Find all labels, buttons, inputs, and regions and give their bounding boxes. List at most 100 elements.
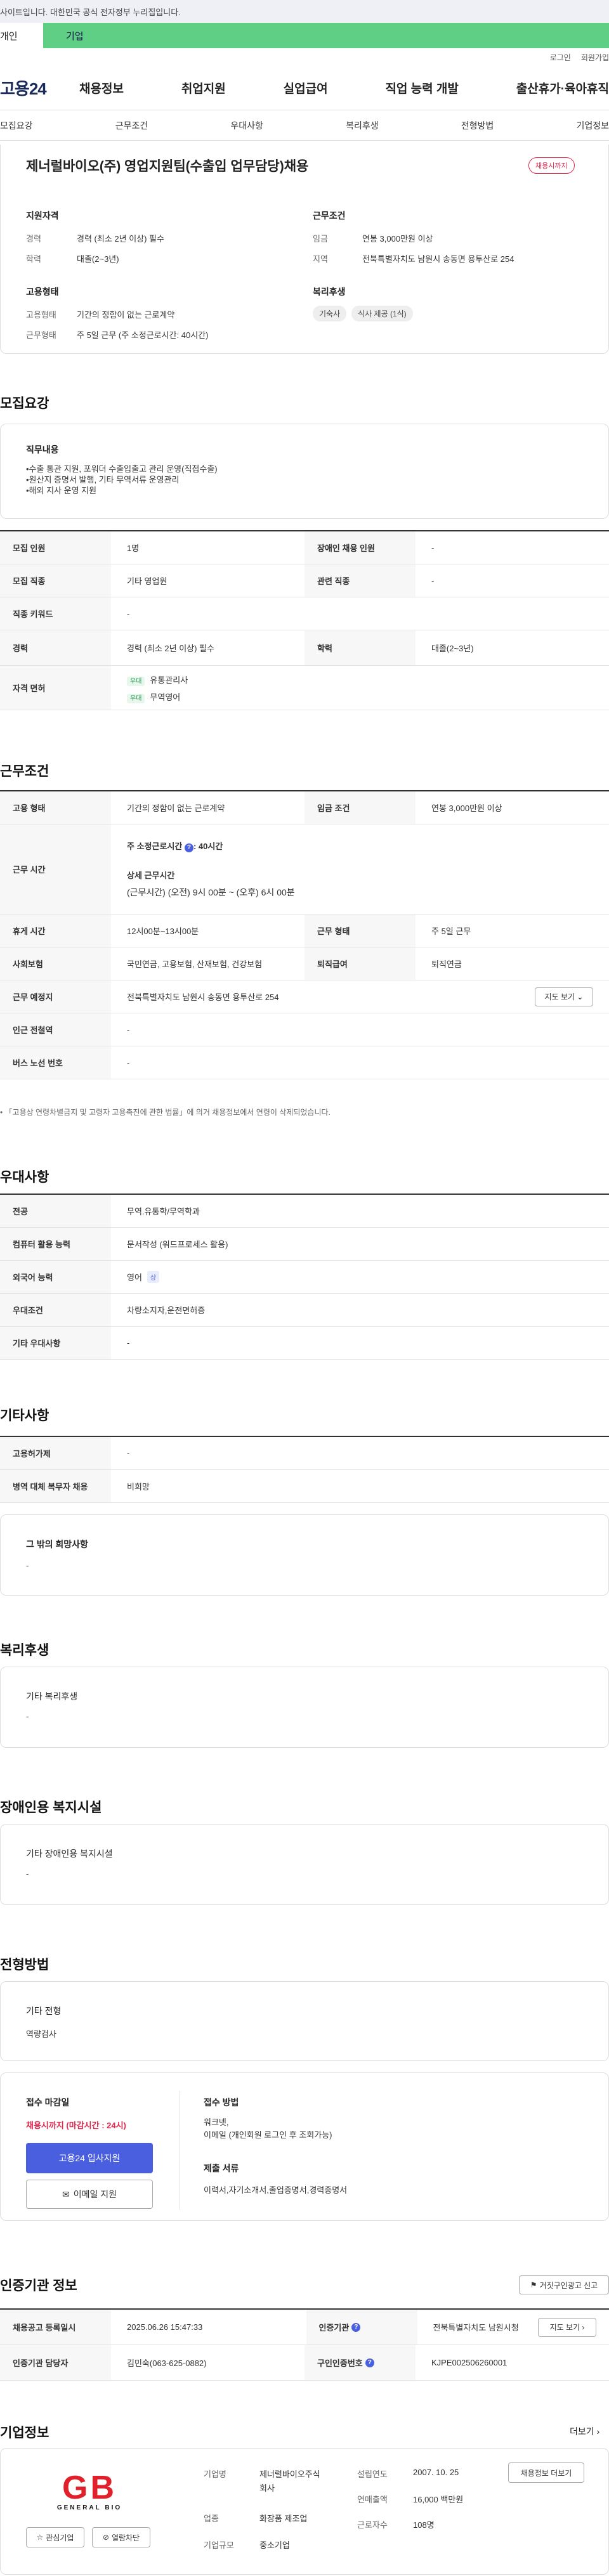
star-icon: ☆ — [36, 2533, 44, 2542]
size-value: 중소기업 — [259, 2540, 290, 2550]
org-value: 전북특별자치도 남원시청 — [433, 2323, 519, 2332]
gnb-item-leave[interactable]: 출산휴가·육아휴직 — [516, 79, 609, 96]
industry-label: 업종 — [204, 2514, 219, 2523]
founded-value: 2007. 10. 25 — [413, 2468, 459, 2477]
table-row: 근무 시간 주 소정근로시간 ?: 40시간 상세 근무시간 (근무시간) (오… — [0, 824, 609, 914]
agency-map-button[interactable]: 지도 보기 › — [538, 2317, 596, 2337]
row-label: 장애인 채용 인원 — [304, 531, 416, 564]
map-button-label: 지도 보기 — [544, 992, 575, 1001]
row-value: KJPE002506260001 — [431, 2358, 508, 2367]
utility-links: 로그인 회원가입 — [0, 48, 609, 66]
gnb-item-benefit[interactable]: 실업급여 — [284, 79, 328, 96]
row-value: - — [127, 1058, 130, 1067]
join-link[interactable]: 회원가입 — [581, 52, 609, 63]
industry-value: 화장품 제조업 — [259, 2514, 308, 2523]
info-icon[interactable]: ? — [365, 2358, 374, 2367]
anchor-recruit[interactable]: 모집요강 — [0, 119, 33, 132]
row-value: 비희망 — [127, 1482, 150, 1492]
deadline-value: 채용시까지 (마감시간 : 24시) — [26, 2121, 126, 2130]
other-wish-card: 그 밖의 희망사항 - — [0, 1514, 609, 1596]
gnb-item-jobs[interactable]: 채용정보 — [79, 79, 124, 96]
recruit-table: 모집 인원 1명 장애인 채용 인원 - 모집 직종 기타 영업원 관련 직종 - 직종… — [0, 530, 609, 710]
chevron-down-icon: ⌄ — [577, 992, 584, 1001]
row-label: 모집 직종 — [0, 564, 111, 597]
deadline-heading: 접수 마감일 — [26, 2097, 70, 2107]
prefer-heading: 우대사항 — [0, 1170, 49, 1185]
wage-value: 연봉 3,000만원 이상 — [362, 234, 433, 244]
license-name: 무역영어 — [150, 692, 181, 702]
logo-wordmark: GENERAL BIO — [56, 2504, 122, 2511]
row-value: - — [431, 576, 435, 585]
mail-icon: ✉ — [62, 2189, 70, 2199]
company-jobs-button[interactable]: 채용정보 더보기 — [508, 2462, 584, 2483]
site-logo[interactable]: 고용24 — [0, 76, 79, 100]
apply-button[interactable]: 고용24 입사지원 — [26, 2143, 153, 2173]
anchor-company[interactable]: 기업정보 — [576, 119, 609, 132]
region-value: 전북특별자치도 남원시 송동면 용투산로 254 — [362, 254, 514, 264]
gnb-item-support[interactable]: 취업지원 — [181, 79, 226, 96]
table-row: 인근 전철역 - — [0, 1013, 609, 1046]
emp-heading: 고용형태 — [26, 287, 59, 297]
weekly-hours-value: : 40시간 — [193, 842, 223, 851]
docs-value: 이력서,자기소개서,졸업증명서,경력증명서 — [204, 2185, 348, 2195]
anchor-selection[interactable]: 전형방법 — [461, 119, 494, 132]
info-icon[interactable]: ? — [184, 843, 193, 852]
employees-label: 근로자수 — [357, 2520, 388, 2530]
more-label: 더보기 — [570, 2426, 594, 2436]
login-link[interactable]: 로그인 — [550, 52, 571, 63]
row-value: 퇴직연금 — [431, 959, 462, 969]
etc-table: 고용허가제 - 병역 대체 복무자 채용 비희망 — [0, 1436, 609, 1503]
tab-company[interactable]: 기업 — [43, 23, 609, 48]
company-more-link[interactable]: 더보기 › — [570, 2425, 599, 2438]
row-label: 경력 — [0, 630, 111, 665]
license-tag: 우대 — [127, 676, 145, 686]
worktype-label: 근무형태 — [26, 330, 56, 340]
row-value: 기타 영업원 — [127, 576, 167, 586]
anchor-conditions[interactable]: 근무조건 — [115, 119, 148, 132]
table-row: 고용 형태 기간의 정함이 없는 근로계약 임금 조건 연봉 3,000만원 이상 — [0, 791, 609, 824]
anchor-prefer[interactable]: 우대사항 — [230, 119, 263, 132]
favorite-company-button[interactable]: ☆ 관심기업 — [26, 2527, 84, 2547]
cond-heading: 근무조건 — [313, 211, 346, 221]
method-list: 워크넷, 이메일 (개인회원 로그인 후 조회가능) — [204, 2116, 332, 2142]
email-apply-button[interactable]: ✉ 이메일 지원 — [26, 2180, 153, 2209]
anchor-welfare[interactable]: 복리후생 — [346, 119, 379, 132]
other-wish-heading: 그 밖의 희망사항 — [26, 1539, 88, 1549]
section-anchor-nav: 모집요강 근무조건 우대사항 복리후생 전형방법 기업정보 — [0, 110, 609, 141]
row-label: 모집 인원 — [0, 531, 111, 564]
row-label: 인증기관 담당자 — [0, 2345, 111, 2380]
size-label: 기업규모 — [204, 2540, 234, 2550]
row-value: 12시00분~13시00분 — [127, 927, 199, 936]
career-label: 경력 — [26, 234, 41, 244]
company-name-label: 기업명 — [204, 2469, 226, 2479]
recruit-heading: 모집요강 — [0, 396, 49, 411]
row-value: 대졸(2~3년) — [431, 644, 474, 653]
block-view-button[interactable]: ⊘ 열람차단 — [92, 2527, 150, 2547]
license-item: 우대 무역영어 — [127, 691, 180, 703]
selection-sub: 기타 전형 — [26, 2006, 62, 2016]
license-tag: 우대 — [127, 693, 145, 703]
row-value: - — [127, 1338, 130, 1348]
selection-heading: 전형방법 — [0, 1958, 49, 1972]
tab-personal[interactable]: 개인 — [0, 23, 43, 48]
row-value: - — [127, 609, 130, 618]
detail-time-value: (근무시간) (오전) 9시 00분 ~ (오후) 6시 00분 — [127, 887, 295, 897]
info-icon[interactable]: ? — [351, 2322, 361, 2332]
row-label: 버스 노선 번호 — [0, 1046, 111, 1079]
sales-label: 연매출액 — [357, 2495, 388, 2504]
email-apply-label: 이메일 지원 — [73, 2189, 117, 2199]
sales-value: 16,000 백만원 — [413, 2495, 464, 2504]
row-label: 전공 — [0, 1195, 111, 1227]
method-heading: 접수 방법 — [204, 2097, 239, 2107]
gnb-menu: 채용정보 취업지원 실업급여 직업 능력 개발 출산휴가·육아휴직 — [79, 79, 609, 96]
docs-heading: 제출 서류 — [204, 2163, 239, 2173]
disabled-sub: 기타 장애인용 복지시설 — [26, 1849, 113, 1859]
row-value: 전북특별자치도 남원시청 지도 보기 › — [417, 2310, 609, 2345]
gnb-item-training[interactable]: 직업 능력 개발 — [385, 79, 458, 96]
table-row: 인증기관 담당자 김민숙(063-625-0882) 구인인증번호? KJPE00… — [0, 2345, 609, 2381]
method-line: 이메일 (개인회원 로그인 후 조회가능) — [204, 2130, 332, 2140]
conditions-table: 고용 형태 기간의 정함이 없는 근로계약 임금 조건 연봉 3,000만원 이상 … — [0, 790, 609, 1079]
conditions-heading: 근무조건 — [0, 764, 49, 779]
map-button[interactable]: 지도 보기 ⌄ — [535, 987, 593, 1006]
report-fake-ad-button[interactable]: ⚑ 거짓구인광고 신고 — [519, 2275, 609, 2294]
